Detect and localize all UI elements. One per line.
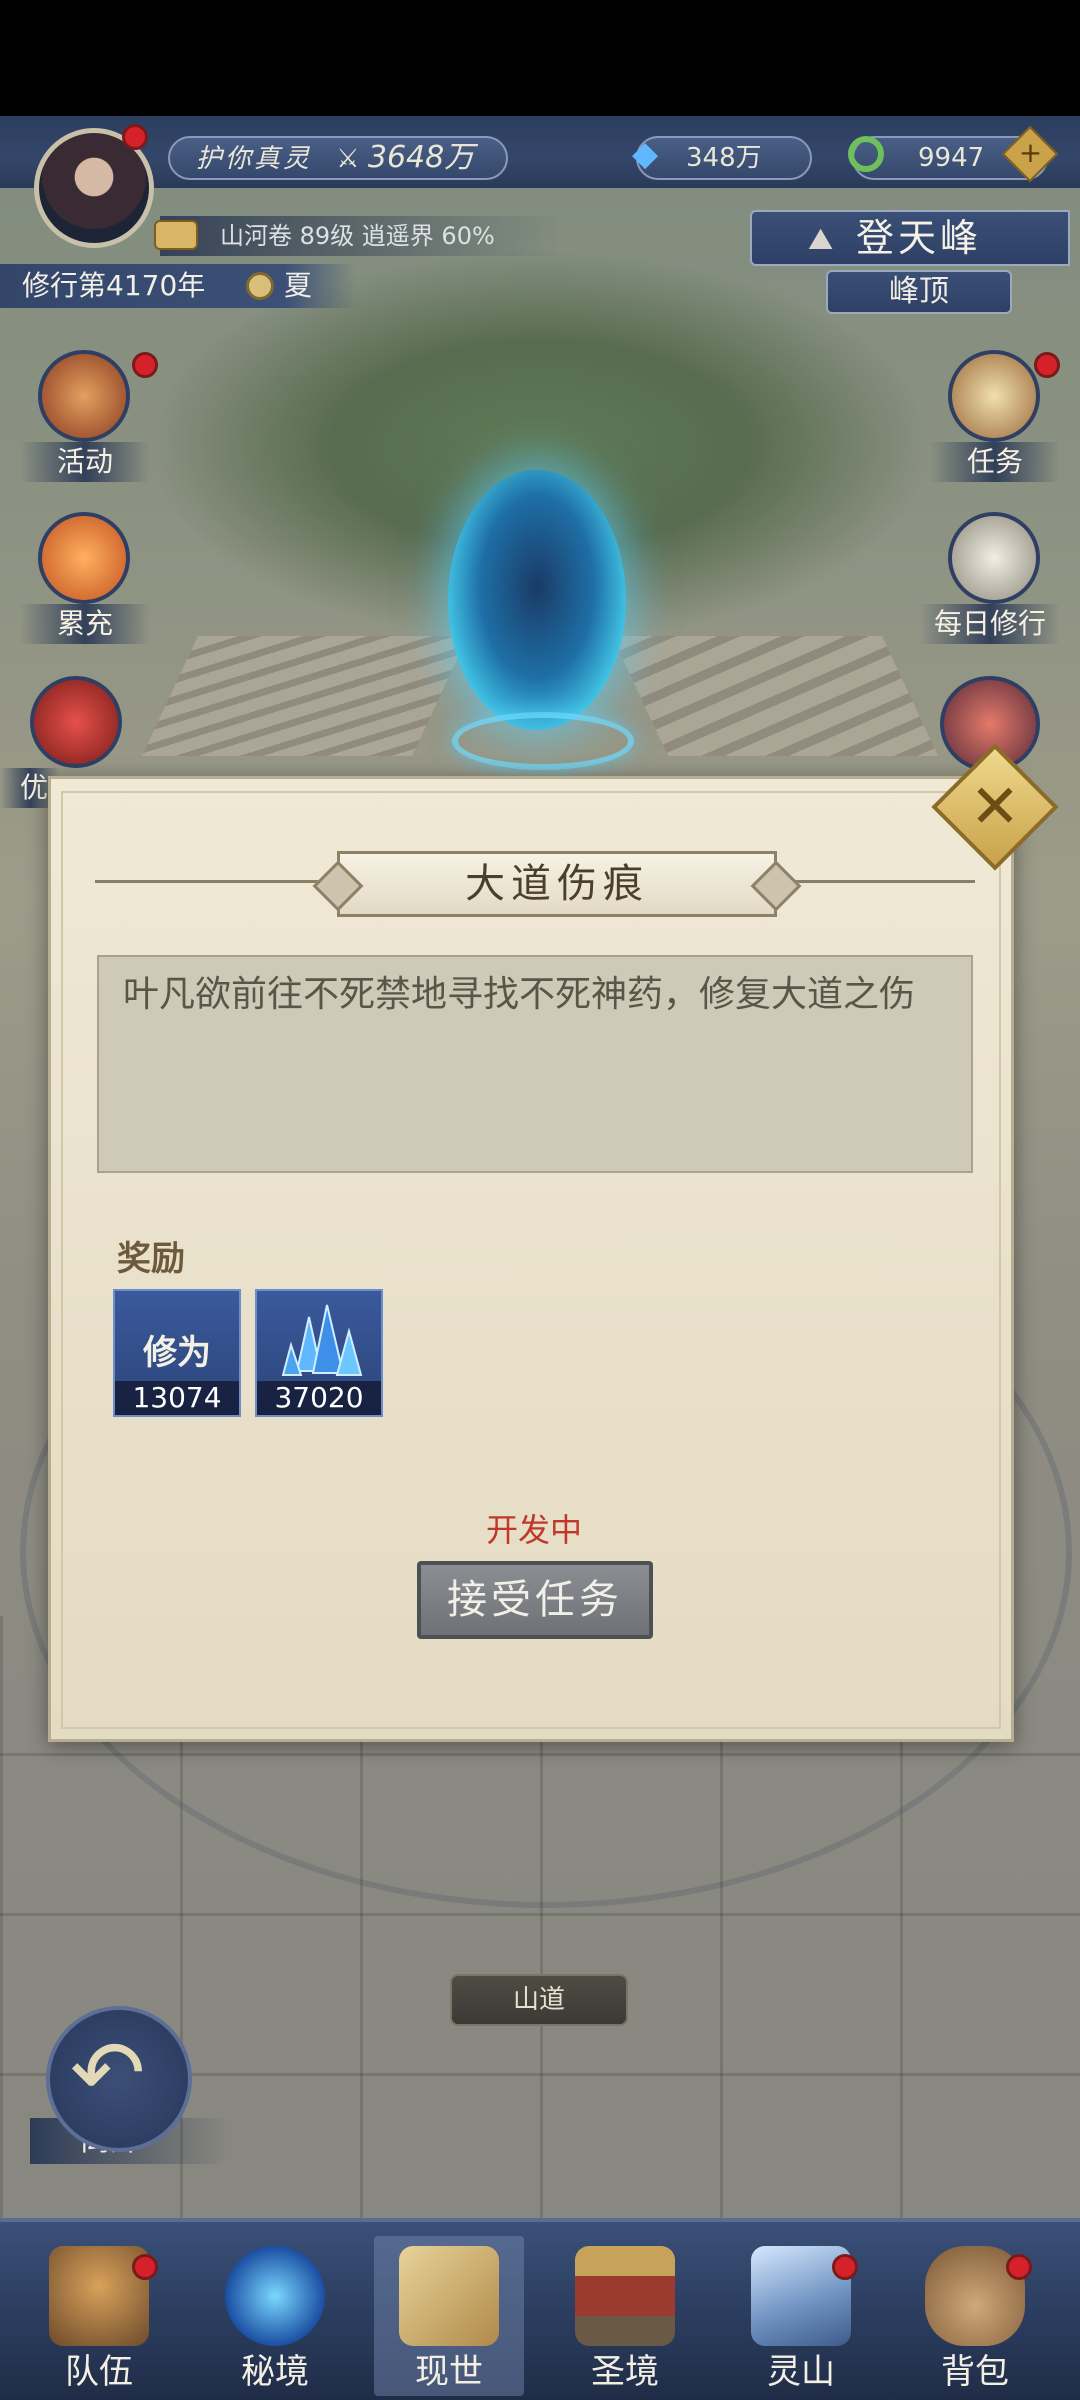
reward-item-cultivation[interactable]: 修为 13074 — [113, 1289, 241, 1417]
player-info-pill[interactable]: 护你真灵 ⚔ 3648万 — [168, 136, 508, 180]
side-button-label: 累充 — [20, 604, 150, 644]
nav-label: 现世 — [415, 2352, 483, 2392]
reward-label: 奖励 — [117, 1239, 185, 1279]
location-sub: 峰顶 — [889, 274, 949, 309]
team-notification-dot — [132, 2254, 158, 2280]
dialog-title-plate: 大道伤痕 — [337, 851, 777, 917]
dialog-title: 大道伤痕 — [465, 861, 649, 907]
palace-icon — [575, 2246, 675, 2346]
reward-count: 13074 — [115, 1381, 239, 1415]
close-icon: ✕ — [969, 772, 1021, 842]
jade-currency-value: 9947 — [918, 143, 985, 173]
activity-notification-dot — [132, 352, 158, 378]
gift-box-icon — [30, 676, 122, 768]
season-sun-icon — [246, 272, 274, 300]
power-value: 3648万 — [367, 140, 475, 175]
bottom-navigation: 队伍 秘境 现世 圣境 灵山 背包 — [0, 2218, 1080, 2400]
crystal-currency-pill[interactable]: ◆ 348万 — [632, 134, 812, 180]
crystal-currency-value: 348万 — [686, 143, 762, 173]
avatar-notification-dot — [122, 124, 148, 150]
quest-description: 叶凡欲前往不死禁地寻找不死神药，修复大道之伤 — [123, 974, 916, 1015]
title-divider-right — [771, 880, 975, 883]
sword-power-icon: ⚔ — [336, 144, 360, 174]
side-button-tasks[interactable]: 任务 — [930, 350, 1060, 500]
jade-coin-icon — [848, 136, 884, 172]
tasks-notification-dot — [1034, 352, 1060, 378]
side-button-daily[interactable]: 每日修行 — [920, 512, 1060, 662]
year-bar: 修行第4170年 夏 — [0, 264, 356, 308]
path-sign-label: 山道 — [512, 1985, 565, 2015]
location-name: 登天峰 — [856, 216, 983, 260]
crystal-currency-icon: ◆ — [632, 134, 659, 174]
portal-base — [452, 712, 634, 770]
quest-description-box: 叶凡欲前往不死禁地寻找不死神药，修复大道之伤 — [97, 955, 973, 1173]
scroll-bundle-icon — [948, 350, 1040, 442]
reward-item-crystal[interactable]: 37020 — [255, 1289, 383, 1417]
book-icon — [948, 512, 1040, 604]
side-button-recharge[interactable]: 累充 — [20, 512, 150, 662]
orange-lantern-icon — [38, 512, 130, 604]
location-marker-icon: ⛰ — [808, 222, 834, 257]
nav-secret-realm[interactable]: 秘境 — [200, 2236, 350, 2396]
cultivation-info: 山河卷 89级 逍遥界 60% — [220, 222, 495, 250]
jade-currency-pill[interactable]: 9947 + — [848, 125, 1059, 183]
nav-label: 队伍 — [65, 2352, 133, 2392]
location-sub-plate: 峰顶 — [826, 270, 1012, 314]
status-text: 开发中 — [485, 1511, 582, 1549]
mountain-notification-dot — [832, 2254, 858, 2280]
nav-label: 灵山 — [767, 2352, 835, 2392]
task-dialog: 大道伤痕 叶凡欲前往不死禁地寻找不死神药，修复大道之伤 奖励 修为 13074 … — [48, 776, 1014, 1742]
nav-label: 背包 — [941, 2352, 1009, 2392]
player-title: 护你真灵 — [196, 144, 313, 174]
map-scroll-icon — [399, 2246, 499, 2346]
lantern-icon — [38, 350, 130, 442]
cultivation-icon: 修为 — [143, 1333, 211, 1373]
side-button-activity[interactable]: 活动 — [20, 350, 150, 500]
backpack-notification-dot — [1006, 2254, 1032, 2280]
crystal-icon — [281, 1304, 363, 1376]
accept-task-button[interactable]: 接受任务 — [417, 1561, 653, 1639]
reward-count: 37020 — [257, 1381, 381, 1415]
side-button-label: 每日修行 — [920, 604, 1060, 644]
nav-label: 秘境 — [241, 2352, 309, 2392]
nav-holy-realm[interactable]: 圣境 — [550, 2236, 700, 2396]
back-arrow-icon: ↶ — [70, 2021, 146, 2126]
leave-button[interactable]: ↶ — [46, 2006, 192, 2152]
nav-present-world[interactable]: 现世 — [374, 2236, 524, 2396]
side-button-label: 活动 — [20, 442, 150, 482]
portal-icon[interactable] — [448, 470, 626, 730]
stone-stairs-left — [142, 636, 468, 756]
vortex-icon — [225, 2246, 325, 2346]
scroll-icon — [154, 220, 198, 250]
location-title-plate: ⛰ 登天峰 — [750, 210, 1070, 266]
year-text: 修行第4170年 — [22, 269, 206, 302]
path-sign[interactable]: 山道 — [450, 1974, 628, 2026]
season-text: 夏 — [284, 269, 313, 302]
title-divider-left — [95, 880, 343, 883]
nav-label: 圣境 — [591, 2352, 659, 2392]
side-button-label: 任务 — [930, 442, 1060, 482]
stone-stairs-right — [612, 636, 938, 756]
cultivation-row: 山河卷 89级 逍遥界 60% — [154, 216, 560, 256]
